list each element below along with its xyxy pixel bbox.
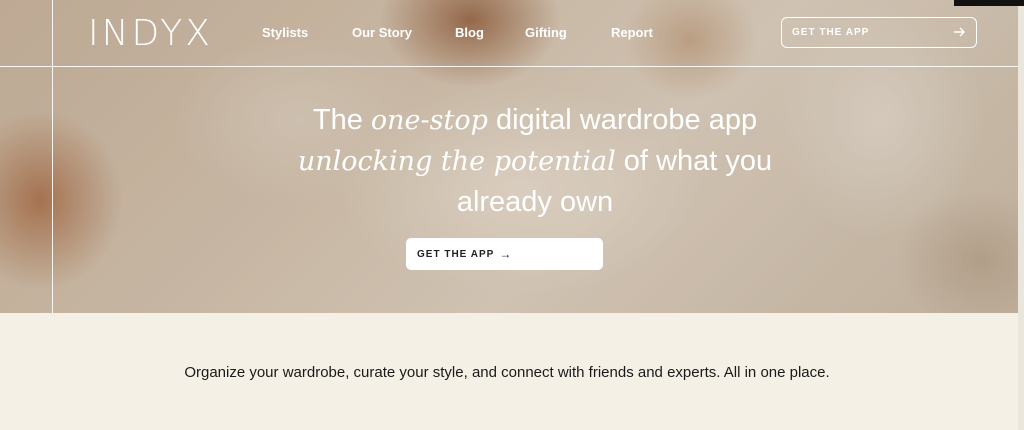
hero-headline: The one-stop digital wardrobe app unlock… (290, 100, 780, 222)
nav-gifting[interactable]: Gifting (525, 24, 567, 42)
window-edge (954, 0, 1024, 6)
headline-text: The (312, 104, 371, 136)
nav-report[interactable]: Report (611, 24, 653, 42)
intro-text: Organize your wardrobe, curate your styl… (184, 364, 830, 381)
arrow-right-icon (954, 26, 966, 39)
headline-text: of what you (615, 145, 773, 177)
get-app-label: GET THE APP (417, 248, 495, 260)
headline-text: digital wardrobe app (487, 104, 758, 136)
headline-emphasis: one-stop (370, 105, 488, 136)
nav-blog[interactable]: Blog (455, 24, 484, 42)
logo[interactable]: INDYX (88, 12, 213, 56)
headline-emphasis: unlocking the potential (297, 146, 616, 177)
divider (0, 66, 1020, 67)
get-app-button-header[interactable]: GET THE APP (781, 17, 977, 48)
arrow-right-icon: → (499, 247, 512, 261)
get-app-button-hero[interactable]: GET THE APP → (406, 238, 603, 270)
nav-stylists[interactable]: Stylists (262, 24, 308, 42)
get-app-label: GET THE APP (792, 27, 870, 38)
headline-text: already own (456, 186, 614, 218)
divider (52, 0, 53, 313)
nav-our-story[interactable]: Our Story (352, 24, 412, 42)
scrollbar[interactable] (1018, 0, 1024, 430)
